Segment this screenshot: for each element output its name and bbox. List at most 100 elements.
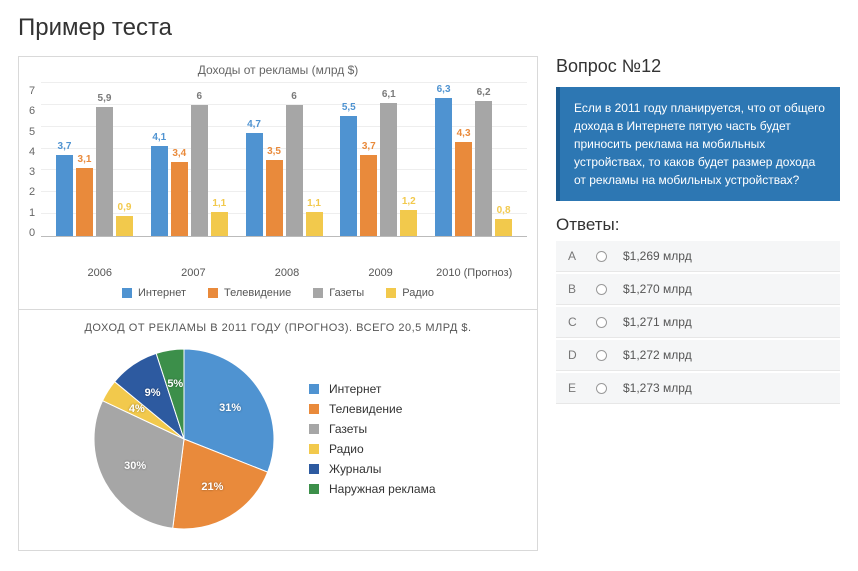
legend-swatch xyxy=(309,424,319,434)
legend-item: Радио xyxy=(309,442,436,456)
bar-value-label: 4,1 xyxy=(152,132,166,143)
bar-value-label: 3,5 xyxy=(267,146,281,157)
legend-swatch xyxy=(309,384,319,394)
legend-item: Радио xyxy=(386,287,434,299)
pie-slice-label: 21% xyxy=(201,481,223,493)
question-text: Если в 2011 году планируется, что от общ… xyxy=(556,87,840,201)
radio-icon[interactable] xyxy=(596,383,607,394)
answer-label: $1,272 млрд xyxy=(623,348,692,362)
bar: 3,4 xyxy=(171,162,188,236)
bar: 4,7 xyxy=(246,133,263,236)
bar-value-label: 1,1 xyxy=(307,198,321,209)
bar-category-label: 2006 xyxy=(57,267,143,279)
bar-group: 6,34,36,20,8 xyxy=(431,83,517,236)
legend-item: Телевидение xyxy=(309,402,436,416)
legend-swatch xyxy=(313,288,323,298)
legend-swatch xyxy=(309,464,319,474)
bar: 6,2 xyxy=(475,101,492,237)
bar-legend: Интернет Телевидение Газеты Радио xyxy=(29,287,527,299)
answer-label: $1,273 млрд xyxy=(623,381,692,395)
bar: 6,3 xyxy=(435,98,452,236)
bar: 5,5 xyxy=(340,116,357,236)
answer-option[interactable]: D $1,272 млрд xyxy=(556,340,840,371)
bar: 1,2 xyxy=(400,210,417,236)
answers-heading: Ответы: xyxy=(556,215,840,235)
bar-value-label: 5,9 xyxy=(98,93,112,104)
pie-chart: ДОХОД ОТ РЕКЛАМЫ В 2011 ГОДУ (ПРОГНОЗ). … xyxy=(19,309,537,550)
bar-y-axis: 76543210 xyxy=(29,85,41,239)
legend-label: Интернет xyxy=(329,382,381,396)
bar-value-label: 3,7 xyxy=(58,141,72,152)
legend-swatch xyxy=(309,404,319,414)
bar-value-label: 6,1 xyxy=(382,89,396,100)
legend-label: Интернет xyxy=(138,287,186,299)
bar: 0,8 xyxy=(495,219,512,236)
bar-value-label: 3,4 xyxy=(172,148,186,159)
legend-label: Телевидение xyxy=(329,402,402,416)
legend-label: Радио xyxy=(402,287,434,299)
radio-icon[interactable] xyxy=(596,284,607,295)
bar-category-label: 2009 xyxy=(338,267,424,279)
bar-category-label: 2007 xyxy=(150,267,236,279)
answer-option[interactable]: A $1,269 млрд xyxy=(556,241,840,272)
bar: 5,9 xyxy=(96,107,113,236)
answer-label: $1,270 млрд xyxy=(623,282,692,296)
bar-group: 4,73,561,1 xyxy=(241,83,327,236)
bar: 3,7 xyxy=(56,155,73,236)
pie-slice-label: 31% xyxy=(219,402,241,414)
bar: 0,9 xyxy=(116,216,133,236)
bar-value-label: 5,5 xyxy=(342,102,356,113)
bar-value-label: 4,7 xyxy=(247,119,261,130)
answer-option[interactable]: B $1,270 млрд xyxy=(556,274,840,305)
legend-label: Телевидение xyxy=(224,287,291,299)
answer-letter: E xyxy=(568,381,580,395)
bar: 1,1 xyxy=(306,212,323,236)
pie-slice-label: 30% xyxy=(124,460,146,472)
legend-swatch xyxy=(309,444,319,454)
legend-item: Журналы xyxy=(309,462,436,476)
legend-label: Газеты xyxy=(329,287,364,299)
pie-slice-label: 4% xyxy=(129,403,145,415)
legend-item: Телевидение xyxy=(208,287,291,299)
bar-group: 4,13,461,1 xyxy=(146,83,232,236)
bar-value-label: 3,7 xyxy=(362,141,376,152)
charts-panel: Доходы от рекламы (млрд $) 76543210 3,73… xyxy=(18,56,538,551)
answer-letter: A xyxy=(568,249,580,263)
radio-icon[interactable] xyxy=(596,251,607,262)
bar-chart: Доходы от рекламы (млрд $) 76543210 3,73… xyxy=(19,57,537,309)
bar-plot-area: 3,73,15,90,94,13,461,14,73,561,15,53,76,… xyxy=(41,83,527,237)
bar-value-label: 6 xyxy=(291,91,297,102)
bar: 4,1 xyxy=(151,146,168,236)
radio-icon[interactable] xyxy=(596,317,607,328)
legend-label: Журналы xyxy=(329,462,381,476)
bar-group: 3,73,15,90,9 xyxy=(52,83,138,236)
bar-value-label: 0,8 xyxy=(497,205,511,216)
answer-letter: B xyxy=(568,282,580,296)
bar: 6 xyxy=(191,105,208,236)
legend-label: Радио xyxy=(329,442,364,456)
bar-x-labels: 20062007200820092010 (Прогноз) xyxy=(47,263,527,279)
radio-icon[interactable] xyxy=(596,350,607,361)
answers-list: A $1,269 млрд B $1,270 млрд C $1,271 млрд D $1,… xyxy=(556,241,840,404)
bar-value-label: 1,1 xyxy=(212,198,226,209)
answer-label: $1,271 млрд xyxy=(623,315,692,329)
legend-item: Интернет xyxy=(309,382,436,396)
legend-swatch xyxy=(122,288,132,298)
bar: 6 xyxy=(286,105,303,236)
question-panel: Вопрос №12 Если в 2011 году планируется,… xyxy=(556,56,840,406)
legend-item: Наружная реклама xyxy=(309,482,436,496)
legend-swatch xyxy=(386,288,396,298)
bar-value-label: 1,2 xyxy=(402,196,416,207)
pie-legend: Интернет Телевидение Газеты Радио Журналы Нар… xyxy=(309,376,436,502)
bar-value-label: 6 xyxy=(196,91,202,102)
answer-label: $1,269 млрд xyxy=(623,249,692,263)
answer-option[interactable]: E $1,273 млрд xyxy=(556,373,840,404)
answer-option[interactable]: C $1,271 млрд xyxy=(556,307,840,338)
bar-value-label: 6,2 xyxy=(477,87,491,98)
answer-letter: C xyxy=(568,315,580,329)
bar-value-label: 3,1 xyxy=(78,154,92,165)
bar-group: 5,5 3,7 6,1 1,2 xyxy=(336,83,422,236)
legend-item: Газеты xyxy=(309,422,436,436)
bar: 3,5 xyxy=(266,160,283,237)
answer-letter: D xyxy=(568,348,580,362)
